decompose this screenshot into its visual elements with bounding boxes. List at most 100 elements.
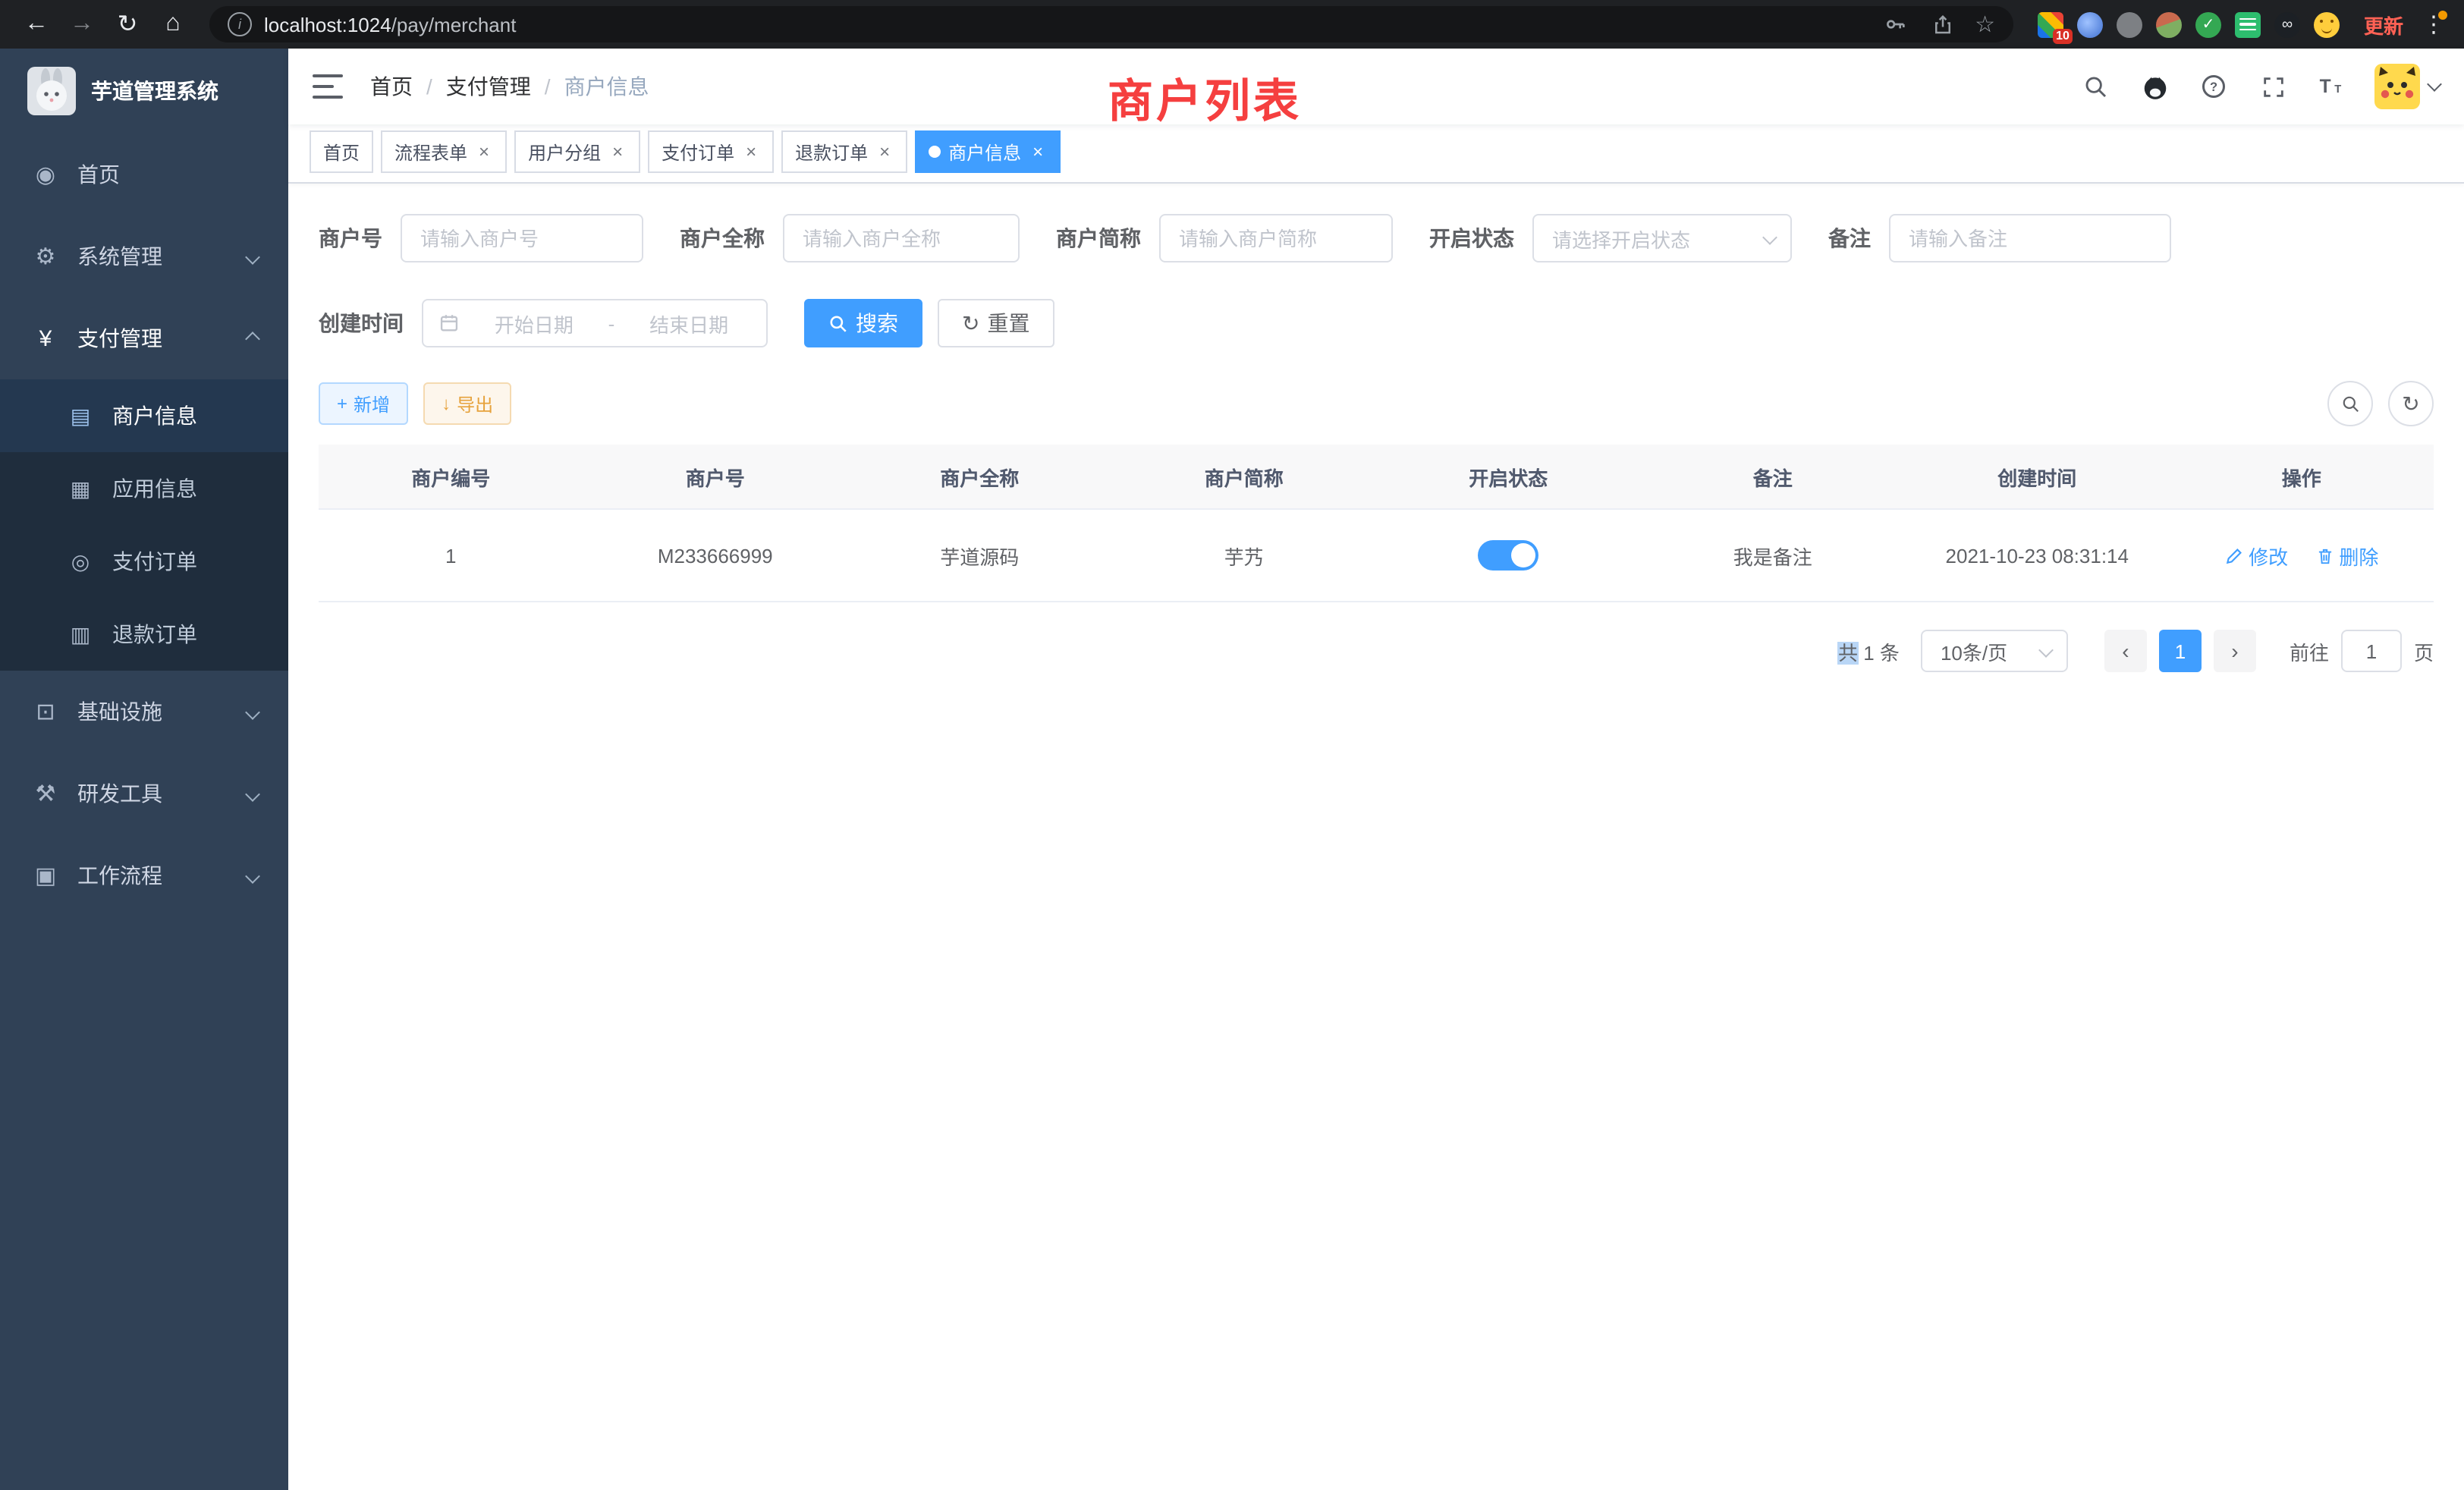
tab-home[interactable]: 首页 bbox=[310, 130, 373, 173]
forward-icon[interactable]: → bbox=[61, 3, 103, 46]
cell-merchant-no: M233666999 bbox=[583, 509, 848, 602]
breadcrumb: 首页 / 支付管理 / 商户信息 bbox=[370, 71, 649, 102]
table-tools: ↻ bbox=[2327, 381, 2434, 426]
sidebar-item-app-info[interactable]: ▦ 应用信息 bbox=[0, 452, 288, 525]
create-time-range-picker[interactable]: 开始日期 - 结束日期 bbox=[422, 299, 768, 347]
extension-check-icon[interactable]: ✓ bbox=[2195, 11, 2221, 37]
export-button[interactable]: ↓ 导出 bbox=[423, 382, 511, 425]
tab-pay-order[interactable]: 支付订单× bbox=[648, 130, 774, 173]
bookmark-star-icon[interactable]: ☆ bbox=[1975, 11, 1995, 38]
user-menu[interactable] bbox=[2374, 64, 2440, 109]
remark-input[interactable] bbox=[1889, 214, 2171, 262]
chevron-up-icon bbox=[245, 331, 260, 346]
prev-page-button[interactable]: ‹ bbox=[2104, 630, 2147, 672]
sidebar-item-payment[interactable]: ¥ 支付管理 bbox=[0, 297, 288, 379]
extension-blue-icon[interactable] bbox=[2077, 11, 2103, 37]
sidebar-item-infrastructure[interactable]: ⊡ 基础设施 bbox=[0, 671, 288, 753]
info-icon[interactable]: i bbox=[228, 12, 252, 36]
grid-icon: ▦ bbox=[67, 476, 94, 501]
logo[interactable]: 芋道管理系统 bbox=[0, 49, 288, 134]
delete-link[interactable]: 删除 bbox=[2315, 541, 2378, 570]
search-button-label: 搜索 bbox=[856, 308, 898, 338]
date-separator: - bbox=[608, 312, 615, 335]
tab-merchant-info[interactable]: 商户信息× bbox=[915, 130, 1061, 173]
browser-toolbar: ← → ↻ ⌂ i localhost:1024/pay/merchant ☆ … bbox=[0, 0, 2464, 49]
sidebar-item-system[interactable]: ⚙ 系统管理 bbox=[0, 215, 288, 297]
breadcrumb-current: 商户信息 bbox=[564, 71, 649, 102]
sidebar-item-merchant-info[interactable]: ▤ 商户信息 bbox=[0, 379, 288, 452]
sidebar-item-home[interactable]: ◉ 首页 bbox=[0, 134, 288, 215]
cell-create-time: 2021-10-23 08:31:14 bbox=[1905, 509, 2170, 602]
pay-order-icon: ◎ bbox=[67, 549, 94, 574]
tab-close-icon[interactable]: × bbox=[475, 141, 493, 162]
payment-submenu: ▤ 商户信息 ▦ 应用信息 ◎ 支付订单 ▥ 退款订单 bbox=[0, 379, 288, 671]
tab-close-icon[interactable]: × bbox=[742, 141, 760, 162]
share-icon[interactable] bbox=[1926, 8, 1960, 41]
sidebar-item-refund-order[interactable]: ▥ 退款订单 bbox=[0, 598, 288, 671]
status-toggle[interactable] bbox=[1478, 540, 1538, 571]
short-name-input[interactable] bbox=[1159, 214, 1393, 262]
svg-text:T: T bbox=[2334, 83, 2341, 96]
address-bar[interactable]: i localhost:1024/pay/merchant ☆ bbox=[209, 6, 2013, 42]
breadcrumb-payment[interactable]: 支付管理 bbox=[446, 71, 531, 102]
col-status: 开启状态 bbox=[1376, 445, 1641, 509]
page-size-select[interactable]: 10条/页 bbox=[1921, 630, 2068, 672]
sidebar-item-pay-order[interactable]: ◎ 支付订单 bbox=[0, 525, 288, 598]
table-header-row: 商户编号 商户号 商户全称 商户简称 开启状态 备注 创建时间 操作 bbox=[319, 445, 2434, 509]
add-button[interactable]: + 新增 bbox=[319, 382, 408, 425]
page-unit-label: 页 bbox=[2414, 637, 2434, 665]
toggle-search-button[interactable] bbox=[2327, 381, 2373, 426]
sidebar-item-label: 应用信息 bbox=[112, 473, 288, 504]
tab-close-icon[interactable]: × bbox=[875, 141, 894, 162]
reload-icon[interactable]: ↻ bbox=[106, 3, 149, 46]
github-icon[interactable] bbox=[2138, 70, 2171, 103]
sidebar-item-label: 系统管理 bbox=[77, 241, 229, 272]
browser-menu-icon[interactable]: ⋮ bbox=[2418, 11, 2449, 38]
extension-grid-icon[interactable]: 10 bbox=[2038, 11, 2063, 37]
hamburger-icon[interactable] bbox=[313, 74, 343, 99]
tab-close-icon[interactable]: × bbox=[608, 141, 627, 162]
extension-notes-icon[interactable] bbox=[2235, 11, 2261, 37]
tab-process-form[interactable]: 流程表单× bbox=[381, 130, 507, 173]
delete-link-label: 删除 bbox=[2339, 541, 2378, 570]
breadcrumb-home[interactable]: 首页 bbox=[370, 71, 413, 102]
sidebar-item-dev-tools[interactable]: ⚒ 研发工具 bbox=[0, 753, 288, 835]
url-text[interactable]: localhost:1024/pay/merchant bbox=[264, 13, 1865, 36]
page-size-value: 10条/页 bbox=[1941, 637, 2032, 665]
home-icon[interactable]: ⌂ bbox=[152, 3, 194, 46]
password-key-icon[interactable] bbox=[1878, 8, 1911, 41]
extension-badge: 10 bbox=[2053, 28, 2073, 43]
extension-gray-icon[interactable] bbox=[2117, 11, 2142, 37]
search-icon[interactable] bbox=[2079, 70, 2112, 103]
tab-refund-order[interactable]: 退款订单× bbox=[781, 130, 907, 173]
help-icon[interactable]: ? bbox=[2197, 70, 2230, 103]
edit-link[interactable]: 修改 bbox=[2224, 541, 2288, 570]
full-name-input[interactable] bbox=[783, 214, 1020, 262]
screen: ← → ↻ ⌂ i localhost:1024/pay/merchant ☆ … bbox=[0, 0, 2464, 1490]
next-page-button[interactable]: › bbox=[2214, 630, 2256, 672]
tab-close-icon[interactable]: × bbox=[1029, 141, 1047, 162]
extension-avatar-icon[interactable] bbox=[2156, 11, 2182, 37]
sidebar-item-workflow[interactable]: ▣ 工作流程 bbox=[0, 835, 288, 916]
yen-icon: ¥ bbox=[32, 325, 59, 351]
svg-text:T: T bbox=[2320, 77, 2331, 97]
update-button[interactable]: 更新 bbox=[2364, 10, 2403, 39]
merchant-no-input[interactable] bbox=[401, 214, 643, 262]
reset-button[interactable]: ↻ 重置 bbox=[938, 299, 1054, 347]
extension-smiley-icon[interactable] bbox=[2314, 11, 2340, 37]
download-icon: ↓ bbox=[442, 393, 451, 414]
back-icon[interactable]: ← bbox=[15, 3, 58, 46]
refresh-table-button[interactable]: ↻ bbox=[2388, 381, 2434, 426]
short-name-label: 商户简称 bbox=[1056, 223, 1141, 253]
search-button[interactable]: 搜索 bbox=[804, 299, 922, 347]
extension-dark-icon[interactable]: ∞ bbox=[2274, 11, 2300, 37]
status-select[interactable]: 请选择开启状态 bbox=[1532, 214, 1792, 262]
sidebar-item-label: 商户信息 bbox=[112, 401, 288, 431]
fullscreen-icon[interactable] bbox=[2256, 70, 2290, 103]
goto-page-input[interactable] bbox=[2341, 630, 2402, 672]
tab-user-group[interactable]: 用户分组× bbox=[514, 130, 640, 173]
page-number-1[interactable]: 1 bbox=[2159, 630, 2202, 672]
active-tab-dot bbox=[929, 146, 941, 158]
font-size-icon[interactable]: TT bbox=[2315, 70, 2349, 103]
cell-actions: 修改 删除 bbox=[2170, 509, 2434, 602]
